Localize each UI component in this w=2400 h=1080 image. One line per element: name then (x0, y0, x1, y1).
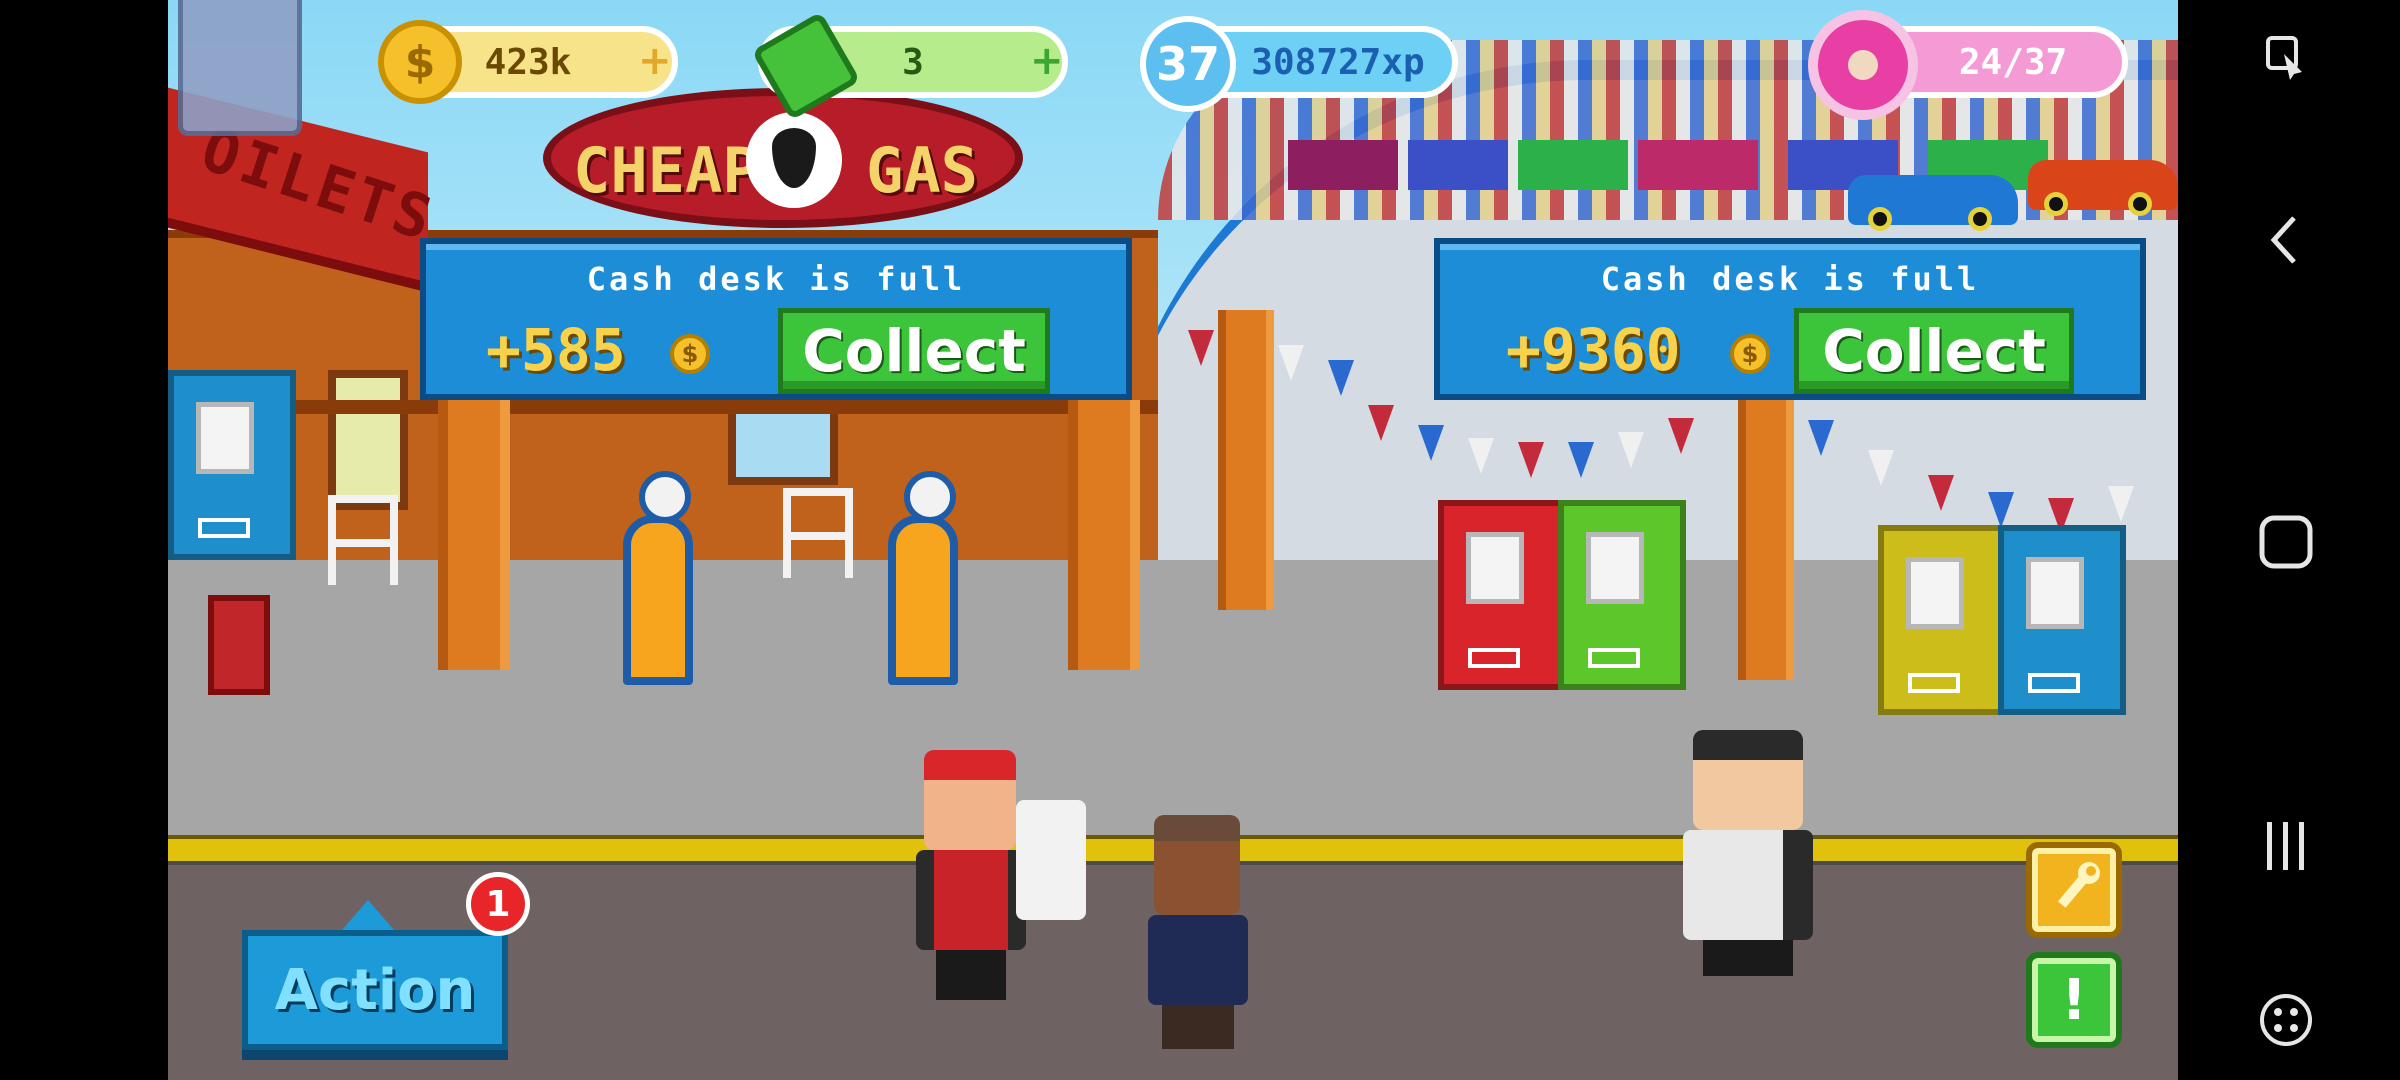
cash-desk-title: Cash desk is full (1600, 260, 1980, 298)
gas-pump[interactable] (888, 471, 958, 685)
customer-character[interactable] (1148, 815, 1248, 1055)
race-car (1848, 175, 2018, 231)
bunting-flag (1808, 420, 1834, 456)
bunting-flag (1868, 450, 1894, 486)
cash-desk-amount: +585 (486, 316, 626, 384)
screen-pointer-icon[interactable] (2256, 28, 2316, 88)
canopy-strip (168, 400, 1158, 414)
wrench-icon (2057, 862, 2100, 908)
collect-button-right[interactable]: Collect (1794, 308, 2074, 394)
cash-desk-panel-right: Cash desk is full +9360 $ Collect (1434, 238, 2146, 400)
customer-character[interactable] (916, 750, 1026, 1010)
gas-pump[interactable] (623, 471, 693, 685)
bunting-flag (1668, 418, 1694, 454)
notification-badge: 1 (466, 872, 530, 936)
mailbox (208, 595, 270, 695)
donut-icon (1808, 10, 1918, 120)
vending-machine-blue[interactable] (1998, 525, 2126, 715)
build-tools-button[interactable] (2026, 842, 2122, 938)
canopy-pillar (1068, 400, 1140, 670)
chair (783, 488, 853, 578)
stadium-pillar (1218, 310, 1274, 610)
collect-button-left[interactable]: Collect (778, 308, 1050, 394)
bunting-flag (1618, 432, 1644, 468)
vending-machine-yellow[interactable] (1878, 525, 2006, 715)
gamepad-icon[interactable] (2256, 990, 2316, 1050)
cheap-gas-sign: CHEAP GAS (543, 88, 1023, 228)
vending-machine-blue[interactable] (168, 370, 296, 560)
bunting-flag (1928, 475, 1954, 511)
stand-banner (1408, 140, 1508, 190)
level-badge: 37 (1140, 16, 1236, 112)
coin-icon: $ (670, 334, 710, 374)
vending-machine-green[interactable] (1558, 500, 1686, 690)
bunting-flag (1468, 438, 1494, 474)
coins-value: 423k (484, 41, 572, 83)
bunting-flag (2108, 486, 2134, 522)
station-door (328, 370, 408, 510)
cash-desk-panel-left: Cash desk is full +585 $ Collect (420, 238, 1132, 400)
left-letterbox (0, 0, 168, 1080)
cash-desk-title: Cash desk is full (586, 260, 966, 298)
stadium-pillar (1738, 390, 1794, 680)
stand-banner (1518, 140, 1628, 190)
bunting-flag (1368, 405, 1394, 441)
bunting-flag (1988, 492, 2014, 528)
add-coins-button[interactable]: + (638, 38, 672, 84)
bunting-flag (1568, 442, 1594, 478)
bunting-flag (1188, 330, 1214, 366)
oil-drop-icon (746, 112, 842, 208)
customer-character[interactable] (1683, 730, 1813, 980)
recents-icon[interactable] (2256, 816, 2316, 876)
customer-character[interactable] (1016, 780, 1086, 950)
coin-icon: $ (1730, 334, 1770, 374)
android-nav-bar (2178, 0, 2400, 1080)
bunting-flag (1518, 442, 1544, 478)
back-icon[interactable] (2256, 210, 2316, 270)
vending-machine-red[interactable] (1438, 500, 1566, 690)
cash-desk-amount: +9360 (1506, 316, 1681, 384)
action-button[interactable]: Action (242, 930, 508, 1050)
alert-button[interactable]: ! (2026, 952, 2122, 1048)
canopy-pillar (438, 400, 510, 670)
bunting-flag (1328, 360, 1354, 396)
action-arrow-icon (342, 900, 394, 930)
bunting-flag (1278, 345, 1304, 381)
bunting-flag (1418, 425, 1444, 461)
stand-banner (1288, 140, 1398, 190)
cash-value: 3 (902, 41, 924, 83)
profile-avatar-button[interactable] (178, 0, 302, 136)
sign-text-left: CHEAP (573, 134, 760, 207)
xp-value: 308727xp (1251, 41, 1425, 83)
donut-value: 24/37 (1958, 41, 2068, 83)
race-car (2028, 160, 2178, 216)
sign-text-right: GAS (866, 134, 978, 207)
chair (328, 495, 398, 585)
game-viewport[interactable]: OILETS CHEAP GAS 423k $ + 3 + 308727xp 3… (168, 0, 2178, 1080)
home-icon[interactable] (2256, 512, 2316, 572)
coin-icon: $ (378, 20, 462, 104)
add-cash-button[interactable]: + (1030, 38, 1064, 84)
stand-banner (1638, 140, 1758, 190)
